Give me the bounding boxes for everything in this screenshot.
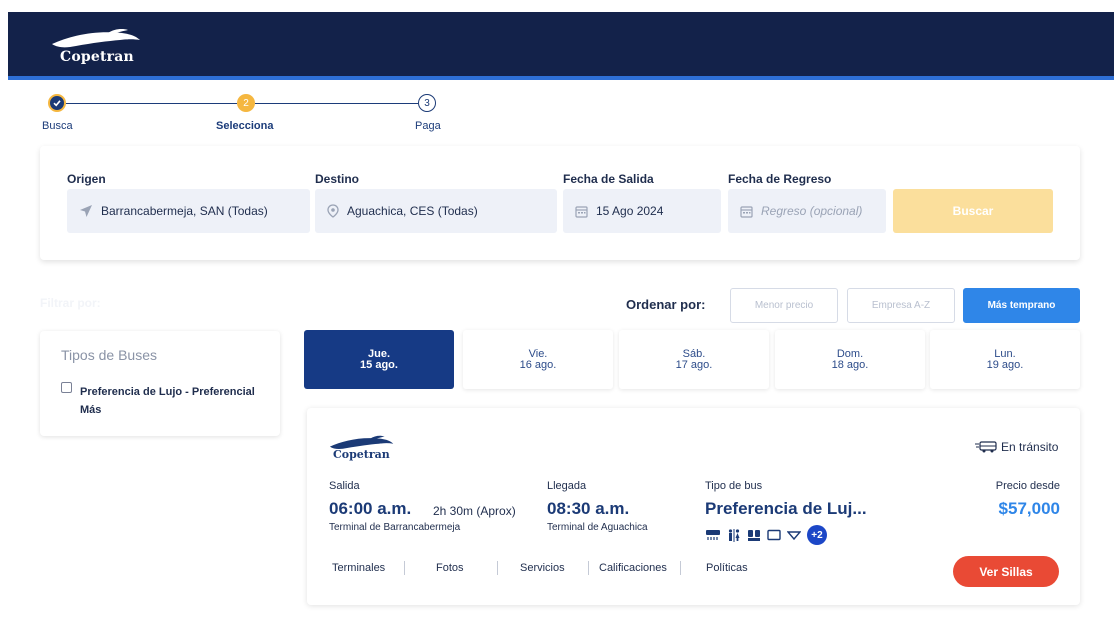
date-tab-date: 15 ago. xyxy=(360,359,398,371)
link-divider xyxy=(497,561,498,575)
date-tab-date: 17 ago. xyxy=(675,359,713,371)
step-connector xyxy=(255,103,418,104)
step-1-complete[interactable] xyxy=(48,94,66,112)
screen-icon xyxy=(767,529,781,541)
photos-link[interactable]: Fotos xyxy=(436,562,464,574)
date-tab-sun[interactable]: Dom. 18 ago. xyxy=(775,330,925,389)
link-divider xyxy=(588,561,589,575)
app-header: Copetran xyxy=(8,12,1114,80)
bus-type-checkbox[interactable] xyxy=(61,382,72,393)
air-conditioning-icon xyxy=(706,530,720,540)
departure-date-field[interactable]: 15 Ago 2024 xyxy=(563,189,721,233)
origin-field[interactable]: Barrancabermeja, SAN (Todas) xyxy=(67,189,310,233)
copetran-logo[interactable]: Copetran xyxy=(48,24,148,70)
ratings-link[interactable]: Calificaciones xyxy=(599,562,667,574)
arrival-terminal: Terminal de Aguachica xyxy=(547,522,648,533)
search-panel: Origen Barrancabermeja, SAN (Todas) Dest… xyxy=(40,146,1080,260)
reclining-seat-icon xyxy=(748,529,760,541)
step-label-paga: Paga xyxy=(415,120,441,132)
sort-lowest-price-button[interactable]: Menor precio xyxy=(730,288,838,323)
link-divider xyxy=(680,561,681,575)
amenities-list: +2 xyxy=(705,525,827,545)
policies-link[interactable]: Políticas xyxy=(706,562,748,574)
date-tab-date: 19 ago. xyxy=(986,359,1024,371)
arrival-time: 08:30 a.m. xyxy=(547,499,630,518)
restroom-icon xyxy=(728,528,740,542)
filter-title: Filtrar por: xyxy=(40,296,101,310)
departure-label: Salida xyxy=(329,480,360,492)
date-tab-fri[interactable]: Vie. 16 ago. xyxy=(463,330,613,389)
return-date-field[interactable]: Regreso (opcional) xyxy=(728,189,886,233)
step-label-busca: Busca xyxy=(42,120,73,132)
wifi-icon xyxy=(787,531,801,541)
date-tab-sat[interactable]: Sáb. 17 ago. xyxy=(619,330,769,389)
date-tab-mon[interactable]: Lun. 19 ago. xyxy=(930,330,1080,389)
date-tab-thu[interactable]: Jue. 15 ago. xyxy=(304,330,454,389)
sort-label: Ordenar por: xyxy=(626,297,706,312)
map-pin-icon xyxy=(327,204,339,218)
bus-type-name: Preferencia de Luj... xyxy=(705,499,867,518)
step-connector xyxy=(66,103,237,104)
price-label: Precio desde xyxy=(995,480,1060,492)
trip-duration: 2h 30m (Aprox) xyxy=(433,504,516,518)
transit-status-text: En tránsito xyxy=(1001,440,1059,454)
return-date-placeholder: Regreso (opcional) xyxy=(761,204,863,218)
company-name: Copetran xyxy=(333,448,390,461)
origin-label: Origen xyxy=(67,172,106,186)
more-amenities-badge[interactable]: +2 xyxy=(807,525,827,545)
departure-time: 06:00 a.m. xyxy=(329,499,412,518)
link-divider xyxy=(404,561,405,575)
location-arrow-icon xyxy=(80,205,92,217)
price-value: $57,000 xyxy=(998,499,1060,518)
calendar-icon xyxy=(575,205,588,218)
departure-date-value: 15 Ago 2024 xyxy=(596,204,664,218)
bus-icon xyxy=(975,441,997,453)
transit-status: En tránsito xyxy=(975,440,1058,454)
step-2-current[interactable]: 2 xyxy=(237,94,255,112)
sort-earliest-button[interactable]: Más temprano xyxy=(963,288,1080,323)
sort-company-az-button[interactable]: Empresa A-Z xyxy=(847,288,955,323)
date-tab-date: 16 ago. xyxy=(519,359,557,371)
bus-type-label: Tipo de bus xyxy=(705,480,763,492)
search-button[interactable]: Buscar xyxy=(893,189,1053,233)
departure-label: Fecha de Salida xyxy=(563,172,654,186)
departure-terminal: Terminal de Barrancabermeja xyxy=(329,522,461,533)
return-label: Fecha de Regreso xyxy=(728,172,832,186)
step-3-pending[interactable]: 3 xyxy=(418,94,436,112)
arrival-label: Llegada xyxy=(547,480,587,492)
step-label-selecciona: Selecciona xyxy=(216,120,274,132)
checkmark-icon xyxy=(53,100,61,107)
services-link[interactable]: Servicios xyxy=(520,562,565,574)
origin-value: Barrancabermeja, SAN (Todas) xyxy=(101,204,268,218)
date-tab-date: 18 ago. xyxy=(831,359,869,371)
brand-name: Copetran xyxy=(60,49,134,65)
view-seats-button[interactable]: Ver Sillas xyxy=(953,556,1059,587)
bus-types-title: Tipos de Buses xyxy=(61,347,157,363)
terminals-link[interactable]: Terminales xyxy=(332,562,385,574)
destination-value: Aguachica, CES (Todas) xyxy=(347,204,478,218)
progress-stepper: 2 3 Busca Selecciona Paga xyxy=(40,92,460,136)
bus-type-option-label[interactable]: Preferencia de Lujo - Preferencial Más xyxy=(80,383,270,419)
destination-field[interactable]: Aguachica, CES (Todas) xyxy=(315,189,557,233)
bus-types-filter: Tipos de Buses Preferencia de Lujo - Pre… xyxy=(40,331,280,436)
destination-label: Destino xyxy=(315,172,360,186)
calendar-icon xyxy=(740,205,753,218)
trip-result-card: Copetran En tránsito Salida 06:00 a.m. 2… xyxy=(307,408,1080,605)
